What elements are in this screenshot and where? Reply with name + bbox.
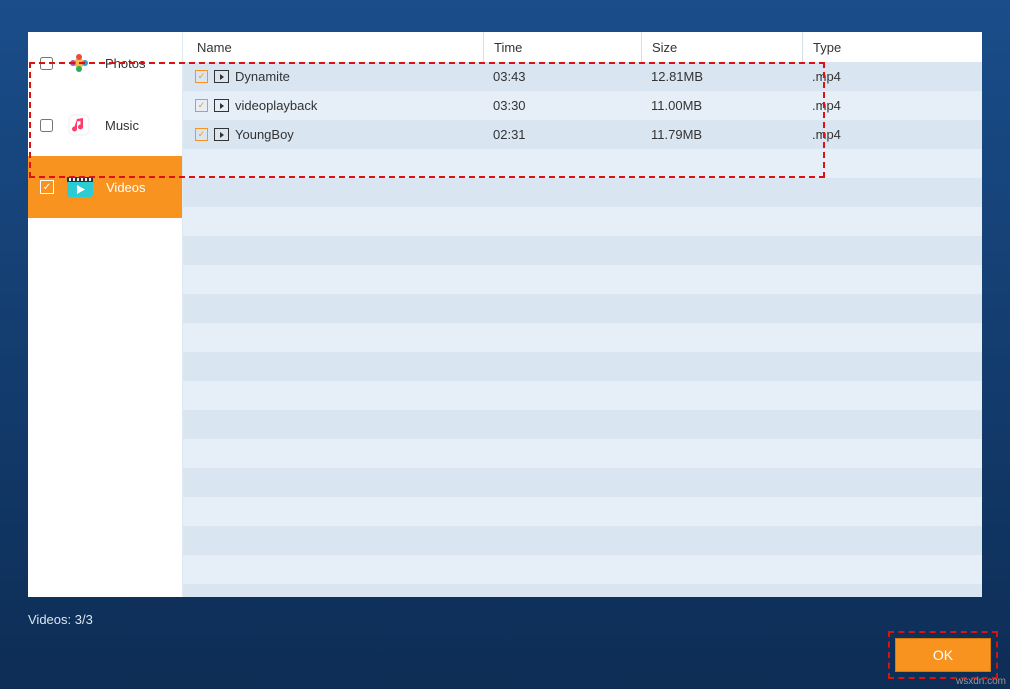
empty-row (183, 352, 982, 381)
empty-row (183, 468, 982, 497)
file-name: Dynamite (235, 69, 290, 84)
empty-row (183, 149, 982, 178)
photos-icon (65, 49, 93, 77)
row-checkbox[interactable]: ✓ (195, 70, 208, 83)
empty-row (183, 323, 982, 352)
file-type: .mp4 (802, 98, 982, 113)
file-time: 02:31 (483, 127, 641, 142)
empty-row (183, 236, 982, 265)
file-type: .mp4 (802, 127, 982, 142)
table-row[interactable]: ✓ Dynamite 03:43 12.81MB .mp4 (183, 62, 982, 91)
video-file-icon (214, 99, 229, 112)
col-time[interactable]: Time (483, 32, 641, 62)
col-name[interactable]: Name (183, 32, 483, 62)
content-area: Name Time Size Type ✓ Dynamite 03:43 12.… (183, 32, 982, 597)
empty-row (183, 410, 982, 439)
row-checkbox[interactable]: ✓ (195, 99, 208, 112)
ok-button[interactable]: OK (895, 638, 991, 672)
empty-row (183, 178, 982, 207)
col-type[interactable]: Type (802, 32, 982, 62)
sidebar-item-label: Videos (106, 180, 146, 195)
file-time: 03:43 (483, 69, 641, 84)
video-file-icon (214, 128, 229, 141)
file-name: YoungBoy (235, 127, 294, 142)
file-name: videoplayback (235, 98, 317, 113)
watermark: wsxdn.com (956, 676, 1006, 687)
video-file-icon (214, 70, 229, 83)
main-panel: Photos Music ✓ Videos Name Time Size Typ… (28, 32, 982, 597)
sidebar-item-videos[interactable]: ✓ Videos (28, 156, 182, 218)
sidebar: Photos Music ✓ Videos (28, 32, 183, 597)
empty-row (183, 555, 982, 584)
empty-row (183, 294, 982, 323)
empty-row (183, 526, 982, 555)
file-time: 03:30 (483, 98, 641, 113)
empty-row (183, 265, 982, 294)
ok-highlight: OK (888, 631, 998, 679)
file-type: .mp4 (802, 69, 982, 84)
status-text: Videos: 3/3 (28, 612, 93, 627)
photos-checkbox[interactable] (40, 57, 53, 70)
empty-row (183, 439, 982, 468)
empty-row (183, 584, 982, 597)
empty-row (183, 207, 982, 236)
file-size: 11.00MB (641, 98, 802, 113)
file-size: 11.79MB (641, 127, 802, 142)
empty-row (183, 381, 982, 410)
row-checkbox[interactable]: ✓ (195, 128, 208, 141)
table-header: Name Time Size Type (183, 32, 982, 62)
col-size[interactable]: Size (641, 32, 802, 62)
sidebar-item-label: Music (105, 118, 139, 133)
sidebar-item-music[interactable]: Music (28, 94, 182, 156)
sidebar-item-photos[interactable]: Photos (28, 32, 182, 94)
videos-icon (66, 173, 94, 201)
music-checkbox[interactable] (40, 119, 53, 132)
sidebar-item-label: Photos (105, 56, 145, 71)
table-row[interactable]: ✓ videoplayback 03:30 11.00MB .mp4 (183, 91, 982, 120)
table-body: ✓ Dynamite 03:43 12.81MB .mp4 ✓ videopla… (183, 62, 982, 597)
table-row[interactable]: ✓ YoungBoy 02:31 11.79MB .mp4 (183, 120, 982, 149)
empty-row (183, 497, 982, 526)
music-icon (65, 111, 93, 139)
file-size: 12.81MB (641, 69, 802, 84)
videos-checkbox[interactable]: ✓ (40, 180, 54, 194)
